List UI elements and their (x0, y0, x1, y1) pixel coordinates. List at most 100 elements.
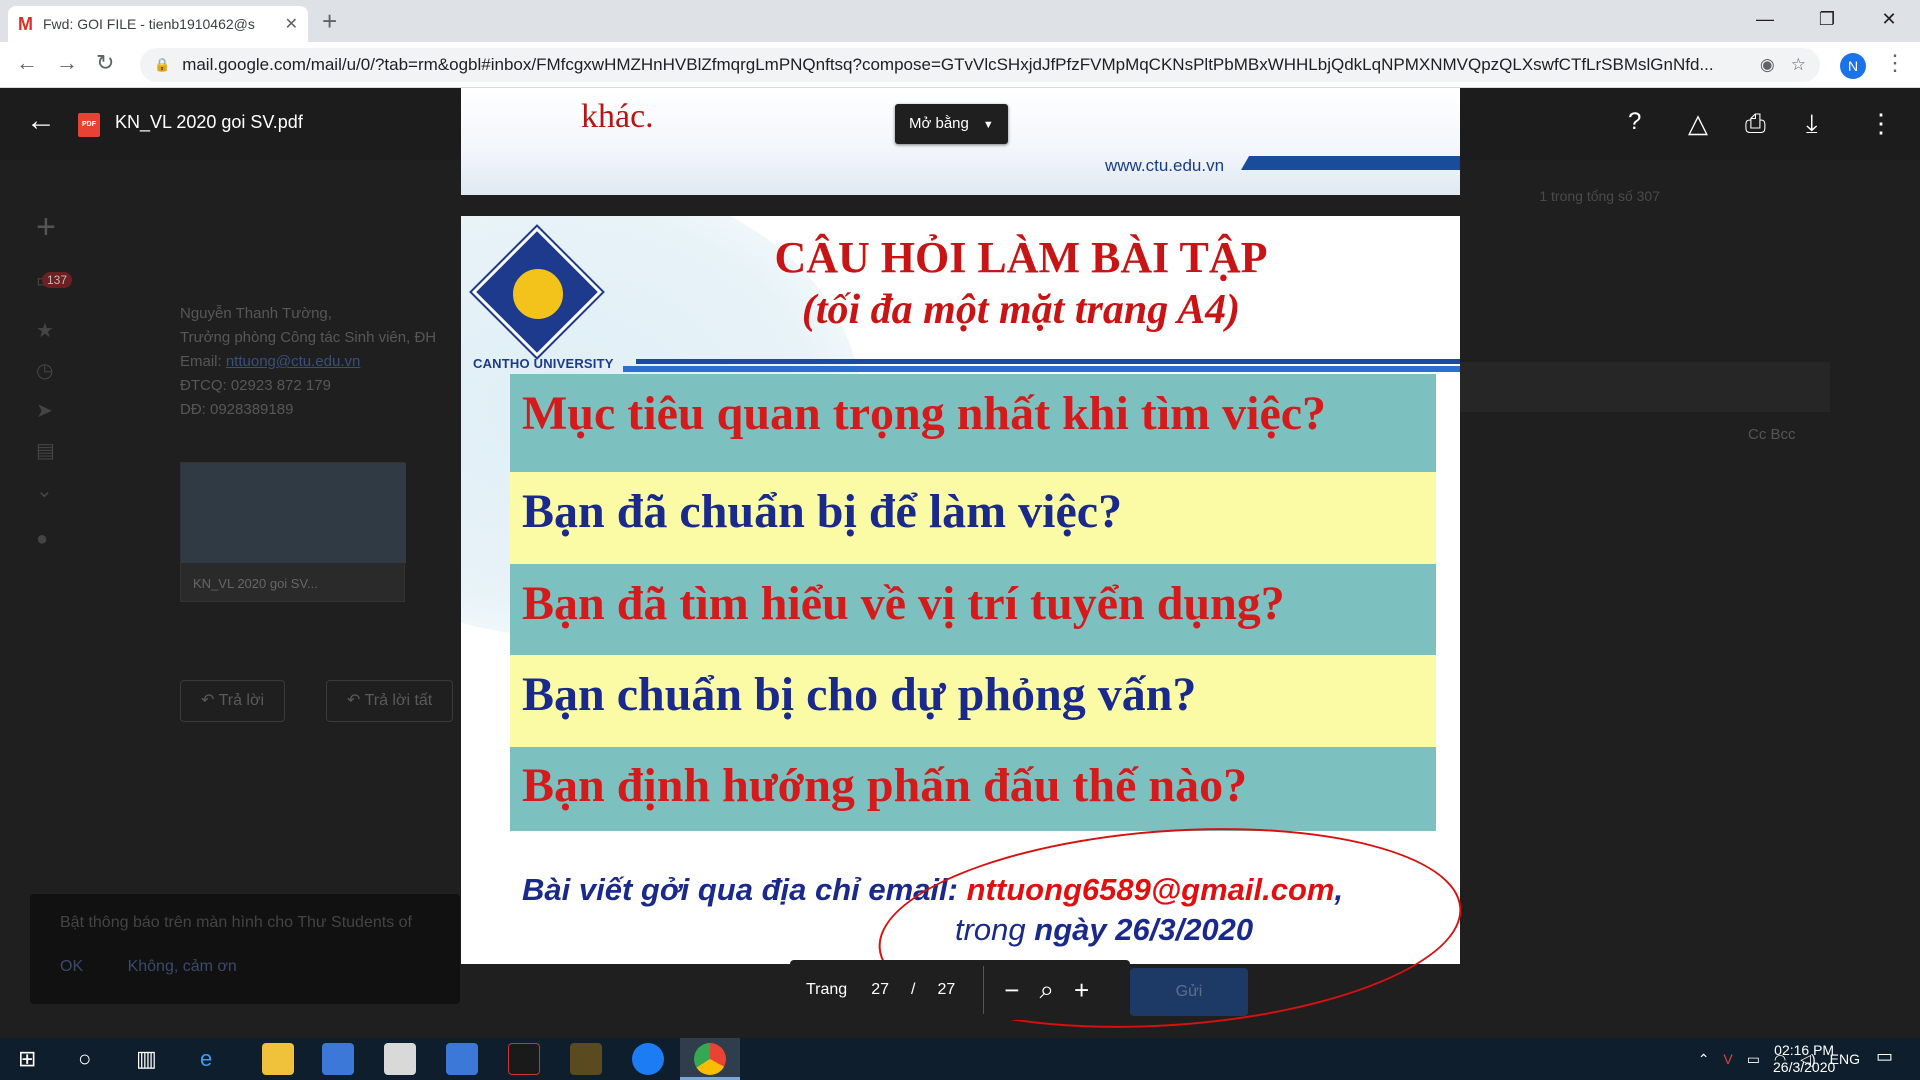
more-icon: ⌄ (36, 480, 53, 502)
open-with-button[interactable]: Mở bằng ▼ (895, 104, 1008, 144)
profile-avatar[interactable]: N (1840, 53, 1866, 79)
league-icon[interactable] (570, 1043, 602, 1075)
lock-icon: 🔒 (154, 57, 171, 72)
total-pages: 27 (937, 981, 956, 998)
battery-icon[interactable]: ▭ (1747, 1051, 1760, 1068)
instructions-line-1: Bài viết gởi qua địa chỉ email: nttuong6… (522, 872, 1343, 908)
minimize-icon[interactable]: — (1734, 0, 1796, 42)
forward-icon[interactable]: → (56, 50, 78, 76)
game-app-icon[interactable] (508, 1043, 540, 1075)
notification-dismiss[interactable]: Không, cảm ơn (128, 958, 237, 975)
zalo-icon[interactable] (632, 1043, 664, 1075)
chrome-taskbar-button[interactable] (680, 1038, 740, 1080)
help-icon[interactable]: ? (1628, 108, 1641, 136)
sig-name: Nguyễn Thanh Tường, (180, 305, 332, 322)
prev-page-stripe (1241, 156, 1460, 170)
browser-menu-icon[interactable]: ⋮ (1884, 50, 1906, 76)
star-icon[interactable]: ☆ (1791, 55, 1806, 75)
add-to-drive-icon[interactable]: △ (1688, 108, 1708, 139)
notifications-icon[interactable]: ▭ (1876, 1046, 1893, 1067)
print-icon[interactable]: ⎙ (1745, 108, 1766, 140)
store-icon[interactable] (322, 1043, 354, 1075)
logo-caption: CANTHO UNIVERSITY (473, 356, 614, 371)
question-3: Bạn đã tìm hiểu về vị trí tuyển dụng? (510, 564, 1436, 655)
gmail-icon: M (18, 13, 33, 34)
browser-tab[interactable]: M Fwd: GOI FILE - tienb1910462@s ✕ (8, 6, 308, 42)
drafts-icon: ▤ (36, 440, 55, 462)
viewer-back-icon[interactable]: ← (26, 104, 56, 138)
new-tab-icon[interactable]: + (322, 6, 337, 37)
instructions-line-2: trong ngày 26/3/2020 (955, 912, 1253, 948)
message-counter: 1 trong tổng số 307 (1539, 188, 1660, 204)
email-signature: Nguyễn Thanh Tường, Trưởng phòng Công tá… (180, 302, 436, 422)
inbox-count-badge: 137 (42, 272, 73, 288)
submission-email: nttuong6589@gmail.com (966, 872, 1335, 907)
notification-banner: Bật thông báo trên màn hình cho Thư Stud… (30, 894, 460, 1004)
question-5: Bạn định hướng phấn đấu thế nào? (510, 747, 1436, 831)
zoom-icon[interactable]: ⌕ (1039, 974, 1054, 1006)
sig-email-link[interactable]: nttuong@ctu.edu.vn (226, 353, 361, 370)
deadline-date: ngày 26/3/2020 (1034, 912, 1254, 947)
pager-divider (983, 966, 985, 1014)
clock-date: 26/3/2020 (1773, 1059, 1836, 1075)
reply-button[interactable]: ↶ Trả lời (180, 680, 286, 722)
sig-phone-mobile: DĐ: 0928389189 (180, 401, 294, 418)
sig-role: Trưởng phòng Công tác Sinh viên, ĐH (180, 329, 437, 346)
cc-bcc-link[interactable]: Cc Bcc (1748, 426, 1796, 443)
browser-toolbar: ← → ↻ 🔒 mail.google.com/mail/u/0/?tab=rm… (0, 42, 1920, 88)
send-button[interactable]: Gửi (1130, 968, 1248, 1016)
clock-time: 02:16 PM (1774, 1042, 1835, 1058)
search-icon[interactable]: ○ (78, 1046, 91, 1072)
app-icon[interactable] (384, 1043, 416, 1075)
window-controls: — ❐ ✕ (1734, 0, 1920, 42)
tab-title: Fwd: GOI FILE - tienb1910462@s (43, 16, 255, 32)
open-with-label: Mở bằng (909, 115, 969, 132)
page-label: Trang (806, 981, 848, 998)
zoom-in-icon[interactable]: + (1074, 975, 1089, 1006)
clock[interactable]: 02:16 PM 26/3/2020 (1773, 1042, 1835, 1076)
snoozed-icon: ◷ (36, 360, 54, 382)
back-icon[interactable]: ← (16, 50, 38, 76)
logo-gear-emblem (510, 266, 566, 322)
slide-subtitle: (tối đa một mặt trang A4) (801, 287, 1241, 333)
start-icon[interactable]: ⊞ (18, 1046, 36, 1072)
reply-all-label: Trả lời tất (364, 692, 433, 709)
more-options-icon[interactable]: ⋮ (1868, 108, 1894, 139)
tab-strip: M Fwd: GOI FILE - tienb1910462@s ✕ + — ❐… (0, 0, 1920, 42)
download-icon[interactable]: ⤓ (1806, 108, 1818, 140)
account-icon: ● (36, 528, 49, 550)
close-tab-icon[interactable]: ✕ (285, 14, 298, 34)
prev-page-website: www.ctu.edu.vn (1105, 156, 1225, 175)
slide-title: CÂU HỎI LÀM BÀI TẬP (774, 233, 1268, 282)
reload-icon[interactable]: ↻ (96, 50, 114, 76)
pdf-page-27: CANTHO UNIVERSITY CÂU HỎI LÀM BÀI TẬP (t… (461, 216, 1460, 964)
prev-page-text: khác. (581, 98, 654, 135)
restore-icon[interactable]: ❐ (1796, 0, 1858, 42)
notification-text: Bật thông báo trên màn hình cho Thư Stud… (60, 914, 412, 931)
compose-window-header (1460, 362, 1830, 412)
current-page[interactable]: 27 (871, 981, 889, 999)
tray-chevron-icon[interactable]: ⌃ (1698, 1051, 1710, 1068)
attachment-card[interactable]: KN_VL 2020 goi SV... (180, 462, 406, 602)
url-text: mail.google.com/mail/u/0/?tab=rm&ogbl#in… (182, 55, 1714, 74)
instructions-prefix: Bài viết gởi qua địa chỉ email: (522, 872, 967, 907)
header-rule-secondary (623, 366, 1460, 372)
file-explorer-icon[interactable] (262, 1043, 294, 1075)
instructions-comma: , (1334, 872, 1344, 907)
notification-ok[interactable]: OK (60, 958, 83, 975)
attachment-name: KN_VL 2020 goi SV... (193, 576, 318, 591)
question-4: Bạn chuẩn bị cho dự phỏng vấn? (510, 655, 1436, 747)
edge-icon[interactable]: e (200, 1046, 212, 1072)
close-window-icon[interactable]: ✕ (1858, 0, 1920, 42)
windows-taskbar: ⊞ ○ ▥ e ⌃ V ▭ ◠ ◁) ENG 02:16 PM 26/3/202… (0, 1038, 1920, 1080)
antivirus-icon[interactable]: V (1723, 1051, 1732, 1067)
zoom-out-icon[interactable]: − (1004, 975, 1019, 1006)
eye-icon[interactable]: ◉ (1760, 55, 1775, 75)
reply-all-button[interactable]: ↶ Trả lời tất (326, 680, 454, 722)
sig-phone-office: ĐTCQ: 02923 872 179 (180, 377, 331, 394)
mail-icon[interactable] (446, 1043, 478, 1075)
question-1: Mục tiêu quan trọng nhất khi tìm việc? (510, 374, 1436, 472)
dropdown-caret-icon: ▼ (982, 119, 994, 131)
task-view-icon[interactable]: ▥ (136, 1046, 157, 1072)
address-bar[interactable]: 🔒 mail.google.com/mail/u/0/?tab=rm&ogbl#… (140, 48, 1820, 82)
